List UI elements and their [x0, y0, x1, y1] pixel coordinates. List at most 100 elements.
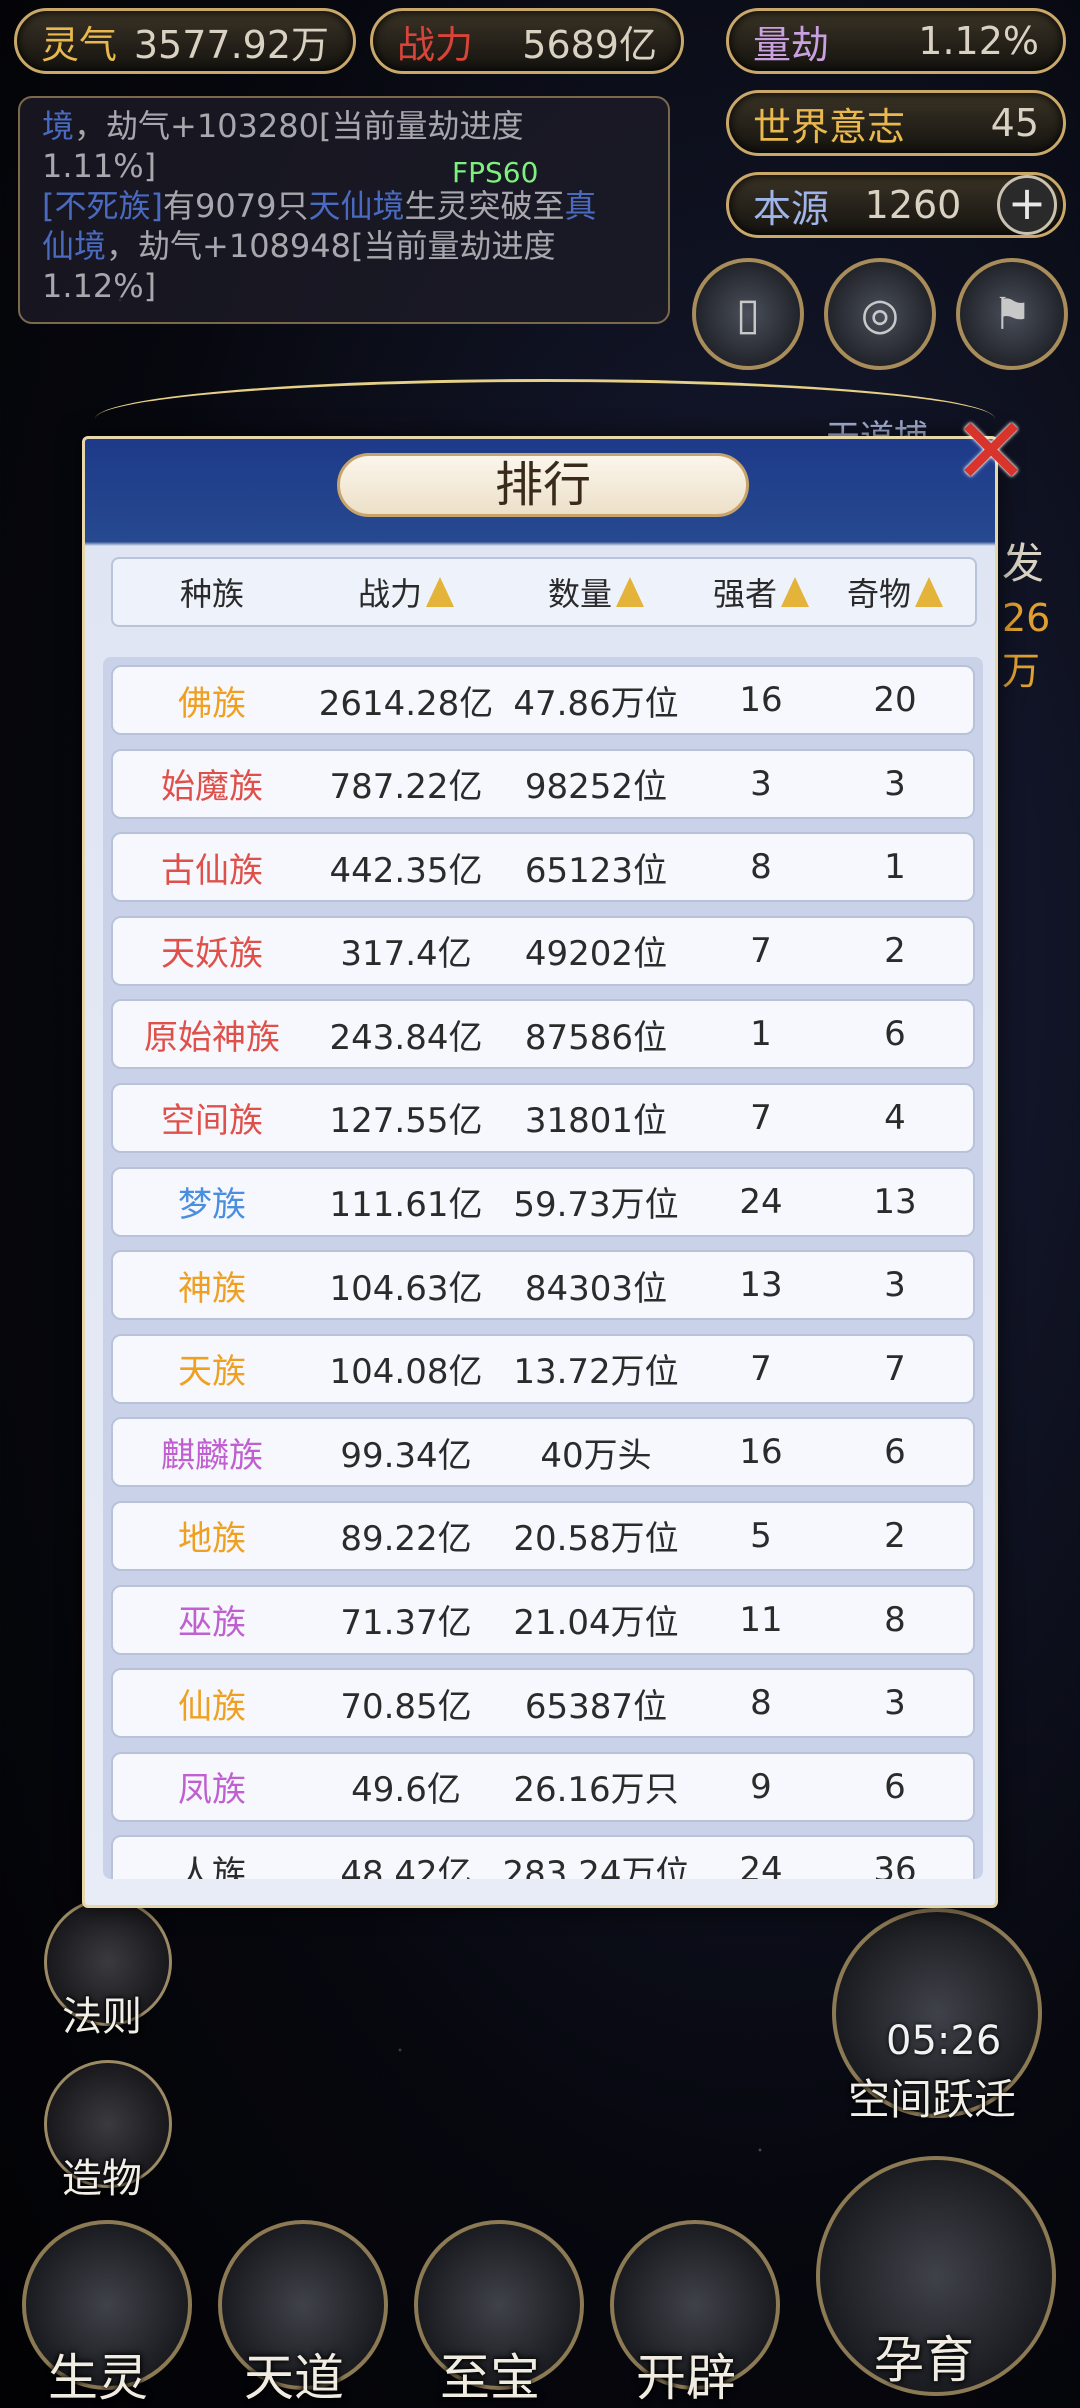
strong-cell: 7	[750, 1348, 772, 1389]
power-cell: 243.84亿	[329, 1017, 483, 1058]
sort-strong[interactable]: 强者	[691, 569, 831, 615]
zhanli-label: 战力	[397, 22, 474, 67]
items-cell: 20	[873, 680, 917, 720]
items-cell: 1	[884, 847, 906, 888]
benyuan-value: 1260	[864, 183, 962, 227]
power-cell: 71.37亿	[340, 1603, 472, 1644]
log-realm: 境	[42, 107, 75, 145]
count-cell: 98252位	[524, 767, 668, 808]
table-row[interactable]: 始魔族 787.22亿 98252位 3 3	[111, 748, 975, 819]
count-cell: 65387位	[524, 1686, 668, 1727]
card-button[interactable]: ▯	[692, 258, 804, 370]
gift-button[interactable]: ⚑	[956, 258, 1068, 370]
log-realm: 仙境	[42, 227, 107, 265]
race-cell: 人族	[178, 1853, 246, 1879]
items-cell: 6	[884, 1014, 906, 1055]
space-jump-label: 空间跃迁	[848, 2075, 1017, 2124]
race-cell: 梦族	[178, 1185, 246, 1226]
power-cell: 99.34亿	[340, 1435, 472, 1476]
shijie-stat[interactable]: 世界意志 45	[726, 90, 1066, 156]
count-cell: 40万头	[540, 1435, 652, 1476]
power-cell: 127.55亿	[329, 1101, 483, 1142]
table-row[interactable]: 空间族 127.55亿 31801位 7 4	[111, 1082, 975, 1153]
count-cell: 283.24万位	[502, 1853, 690, 1879]
fps-counter: FPS60	[452, 156, 539, 189]
log-realm: 天仙境	[308, 187, 405, 225]
liangjie-label: 量劫	[753, 22, 830, 67]
log-race: [不死族]	[42, 187, 163, 225]
table-row[interactable]: 巫族 71.37亿 21.04万位 11 8	[111, 1584, 975, 1655]
items-cell: 6	[884, 1766, 906, 1807]
power-cell: 104.08亿	[329, 1352, 483, 1393]
power-cell: 111.61亿	[329, 1185, 483, 1226]
zhanli-stat: 战力 5689亿	[370, 8, 684, 74]
ranking-list[interactable]: 佛族 2614.28亿 47.86万位 16 20 始魔族 787.22亿 98252位 3 3 古…	[103, 657, 983, 1879]
race-cell: 天族	[178, 1352, 246, 1393]
nav-tiandao-label: 天道	[244, 2349, 344, 2407]
table-row[interactable]: 地族 89.22亿 20.58万位 5 2	[111, 1500, 975, 1571]
table-row[interactable]: 原始神族 243.84亿 87586位 1 6	[111, 999, 975, 1070]
bg-text-fragment: 发	[1002, 539, 1045, 588]
strong-cell: 16	[739, 1432, 783, 1473]
table-row[interactable]: 天妖族 317.4亿 49202位 7 2	[111, 915, 975, 986]
liangjie-stat[interactable]: 量劫 1.12%	[726, 8, 1066, 74]
table-row[interactable]: 神族 104.63亿 84303位 13 3	[111, 1250, 975, 1321]
sort-arrow-icon	[915, 577, 943, 607]
table-row[interactable]: 梦族 111.61亿 59.73万位 24 13	[111, 1166, 975, 1237]
count-cell: 59.73万位	[513, 1185, 679, 1226]
nav-yunyu-label: 孕育	[874, 2331, 974, 2389]
race-cell: 地族	[178, 1519, 246, 1560]
race-cell: 凤族	[178, 1770, 246, 1811]
strong-cell: 13	[739, 1265, 783, 1306]
gift-icon: ⚑	[992, 288, 1032, 340]
lingqi-stat: 灵气 3577.92万	[14, 8, 356, 74]
table-row[interactable]: 麒麟族 99.34亿 40万头 16 6	[111, 1417, 975, 1488]
log-text: 1.11%]	[42, 147, 157, 185]
close-button[interactable]: ✕	[943, 398, 1039, 505]
strong-cell: 24	[739, 1181, 783, 1222]
items-cell: 2	[884, 1515, 906, 1556]
table-row[interactable]: 人族 48.42亿 283.24万位 24 36	[111, 1835, 975, 1879]
power-cell: 787.22亿	[329, 767, 483, 808]
items-cell: 36	[873, 1850, 917, 1879]
benyuan-label: 本源	[753, 186, 830, 231]
liangjie-value: 1.12%	[918, 19, 1039, 63]
items-cell: 8	[884, 1599, 906, 1640]
items-cell: 3	[884, 1265, 906, 1306]
count-cell: 65123位	[524, 850, 668, 891]
nav-kaipi-label: 开辟	[636, 2349, 736, 2407]
count-cell: 20.58万位	[513, 1519, 679, 1560]
strong-cell: 9	[750, 1766, 772, 1807]
ranking-modal: 排行 ✕ 种族 战力 数量 强者 奇物 佛族 2614.28亿 47.86万位 16 2…	[82, 379, 1030, 1908]
add-benyuan-button[interactable]: +	[996, 175, 1057, 235]
table-row[interactable]: 佛族 2614.28亿 47.86万位 16 20	[111, 665, 975, 735]
sort-items[interactable]: 奇物	[831, 569, 959, 615]
power-cell: 317.4亿	[340, 934, 472, 975]
strong-cell: 3	[750, 763, 772, 804]
sort-arrow-icon	[616, 577, 644, 607]
col-count-label: 数量	[547, 575, 612, 613]
faze-label: 法则	[62, 1994, 142, 2040]
benyuan-stat: 本源 1260 +	[726, 172, 1066, 238]
modal-decor-arc	[95, 379, 995, 459]
table-row[interactable]: 仙族 70.85亿 65387位 8 3	[111, 1668, 975, 1739]
table-row[interactable]: 凤族 49.6亿 26.16万只 9 6	[111, 1751, 975, 1822]
items-cell: 3	[884, 763, 906, 804]
table-row[interactable]: 天族 104.08亿 13.72万位 7 7	[111, 1333, 975, 1404]
modal-title: 排行	[337, 453, 749, 517]
count-cell: 21.04万位	[513, 1603, 679, 1644]
zhanli-value: 5689亿	[522, 22, 657, 67]
strong-cell: 7	[750, 1097, 772, 1138]
log-text: 生灵突破至	[404, 187, 565, 225]
nav-zhibao-label: 至宝	[440, 2349, 540, 2407]
count-cell: 47.86万位	[513, 683, 679, 724]
count-cell: 87586位	[524, 1017, 668, 1058]
table-row[interactable]: 古仙族 442.35亿 65123位 8 1	[111, 832, 975, 903]
race-cell: 空间族	[161, 1101, 263, 1142]
sort-count[interactable]: 数量	[501, 569, 691, 615]
vortex-button[interactable]: ◎	[824, 258, 936, 370]
sort-power[interactable]: 战力	[311, 569, 501, 615]
nav-shengling-label: 生灵	[48, 2349, 148, 2407]
sort-arrow-icon	[781, 577, 809, 607]
strong-cell: 5	[750, 1515, 772, 1556]
